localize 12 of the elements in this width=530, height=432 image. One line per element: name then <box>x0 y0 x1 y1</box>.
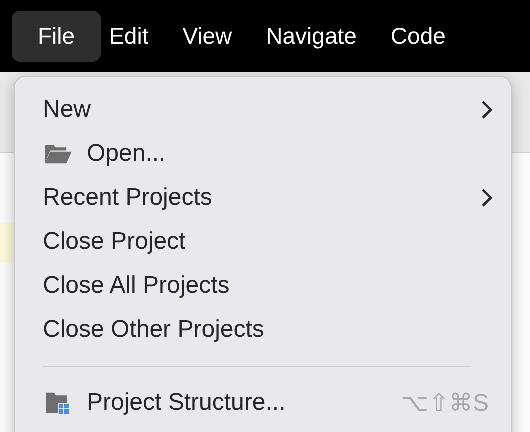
menu-item[interactable]: Close Project <box>43 220 511 264</box>
menu-bar-item[interactable]: Edit <box>109 12 149 60</box>
menu-item[interactable]: Recent Projects <box>43 176 511 220</box>
menu-item[interactable]: New <box>43 88 511 132</box>
menu-item[interactable]: Close All Projects <box>43 264 511 308</box>
menu-item[interactable]: Open... <box>43 132 511 176</box>
menu-item[interactable]: Close Other Projects <box>43 308 511 352</box>
menu-bar-item[interactable]: File <box>12 10 102 62</box>
menu-bar-item[interactable]: View <box>182 12 232 60</box>
menu-bar-item[interactable]: Code <box>390 12 446 60</box>
menu-bar-item[interactable]: Navigate <box>266 12 357 60</box>
menu-item[interactable]: Project Structure... ⌥⇧⌘S <box>43 381 511 425</box>
